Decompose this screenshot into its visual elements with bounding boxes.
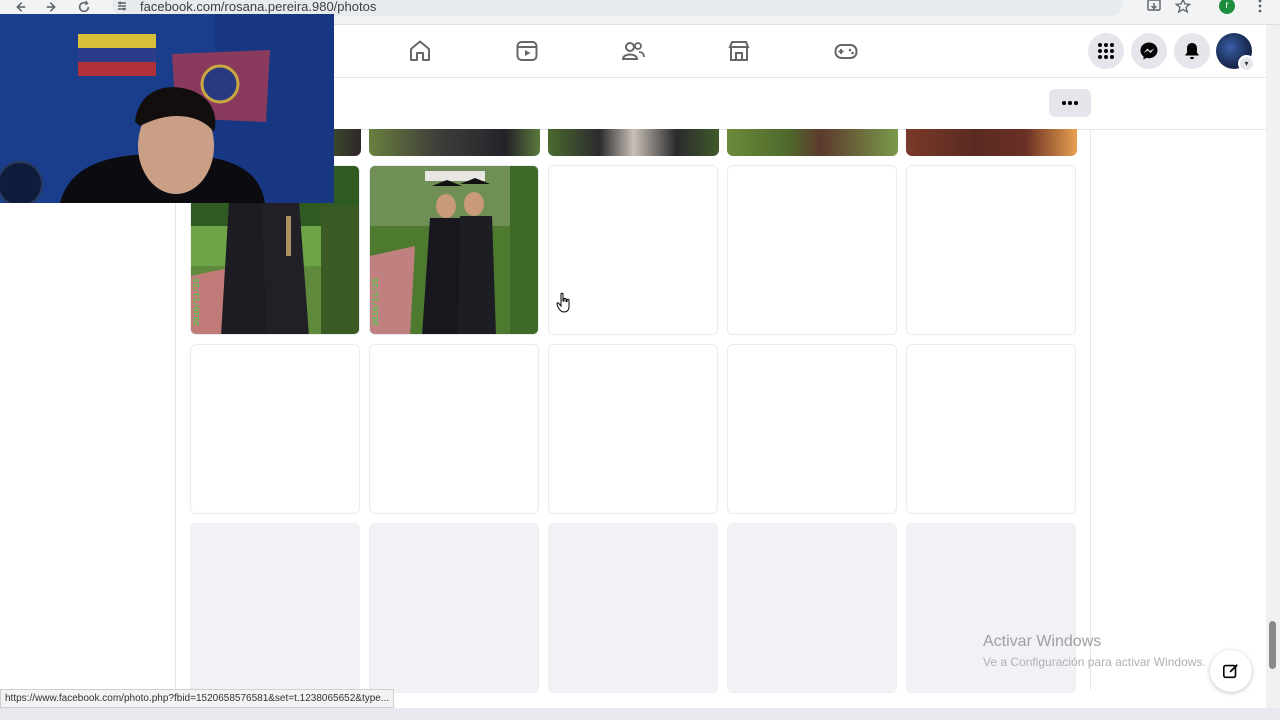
- scrollbar-thumb[interactable]: [1269, 621, 1276, 669]
- photo-thumbnail-partial[interactable]: [548, 129, 719, 156]
- new-message-button[interactable]: [1210, 650, 1252, 692]
- link-status-bar: https://www.facebook.com/photo.php?fbid=…: [0, 689, 395, 708]
- photo-placeholder[interactable]: [727, 344, 897, 514]
- menu-grid-icon[interactable]: [1088, 33, 1124, 69]
- video-icon[interactable]: [514, 38, 540, 64]
- webcam-feed-image: [0, 14, 334, 203]
- photo-thumbnail-partial[interactable]: [727, 129, 898, 156]
- page-scrollbar[interactable]: [1266, 25, 1280, 708]
- messenger-icon[interactable]: [1131, 33, 1167, 69]
- photo-thumbnail-partial[interactable]: [369, 129, 540, 156]
- more-options-button[interactable]: [1049, 89, 1091, 117]
- photo-placeholder[interactable]: [548, 165, 718, 335]
- windows-activation-title: Activar Windows: [983, 633, 1102, 650]
- gaming-icon[interactable]: [833, 38, 859, 64]
- url-text: facebook.com/rosana.pereira.980/photos: [140, 0, 377, 14]
- install-app-icon[interactable]: [1146, 0, 1162, 14]
- windows-activation-subtitle: Ve a Configuración para activar Windows.: [983, 655, 1206, 669]
- back-icon[interactable]: [13, 0, 27, 14]
- photo-loading-skeleton: [727, 523, 897, 693]
- webcam-overlay: [0, 14, 334, 203]
- account-avatar[interactable]: ▾: [1216, 33, 1255, 72]
- site-info-icon[interactable]: [116, 0, 128, 11]
- svg-text:2010/11/25: 2010/11/25: [193, 278, 202, 326]
- notifications-icon[interactable]: [1174, 33, 1210, 69]
- friends-icon[interactable]: [620, 38, 646, 64]
- compose-icon: [1222, 664, 1238, 679]
- windows-taskbar: [0, 708, 1280, 720]
- hand-cursor-icon: [556, 292, 572, 314]
- photo-placeholder[interactable]: [906, 165, 1076, 335]
- bookmark-star-icon[interactable]: [1174, 0, 1192, 14]
- photo-placeholder[interactable]: [906, 344, 1076, 514]
- photo-loading-skeleton: [190, 523, 360, 693]
- photo-placeholder[interactable]: [548, 344, 718, 514]
- reload-icon[interactable]: [77, 0, 91, 14]
- chevron-down-icon[interactable]: ▾: [1238, 55, 1255, 72]
- photo-placeholder[interactable]: [727, 165, 897, 335]
- forward-icon[interactable]: [45, 0, 59, 14]
- left-gutter: [0, 130, 176, 690]
- browser-profile-avatar[interactable]: r: [1219, 0, 1235, 14]
- photo-loading-skeleton: [548, 523, 718, 693]
- right-gutter: [1090, 130, 1267, 690]
- photo-placeholder[interactable]: [369, 344, 539, 514]
- home-icon[interactable]: [407, 38, 433, 64]
- photo-placeholder[interactable]: [190, 344, 360, 514]
- browser-menu-icon[interactable]: [1252, 0, 1268, 14]
- marketplace-icon[interactable]: [726, 38, 752, 64]
- photo-thumbnail[interactable]: 2010/11/25: [369, 165, 539, 335]
- photo-thumbnail-partial[interactable]: [906, 129, 1077, 156]
- graduates-photo-2: 2010/11/25: [370, 166, 538, 334]
- svg-text:2010/11/25: 2010/11/25: [372, 278, 381, 326]
- photo-loading-skeleton: [369, 523, 539, 693]
